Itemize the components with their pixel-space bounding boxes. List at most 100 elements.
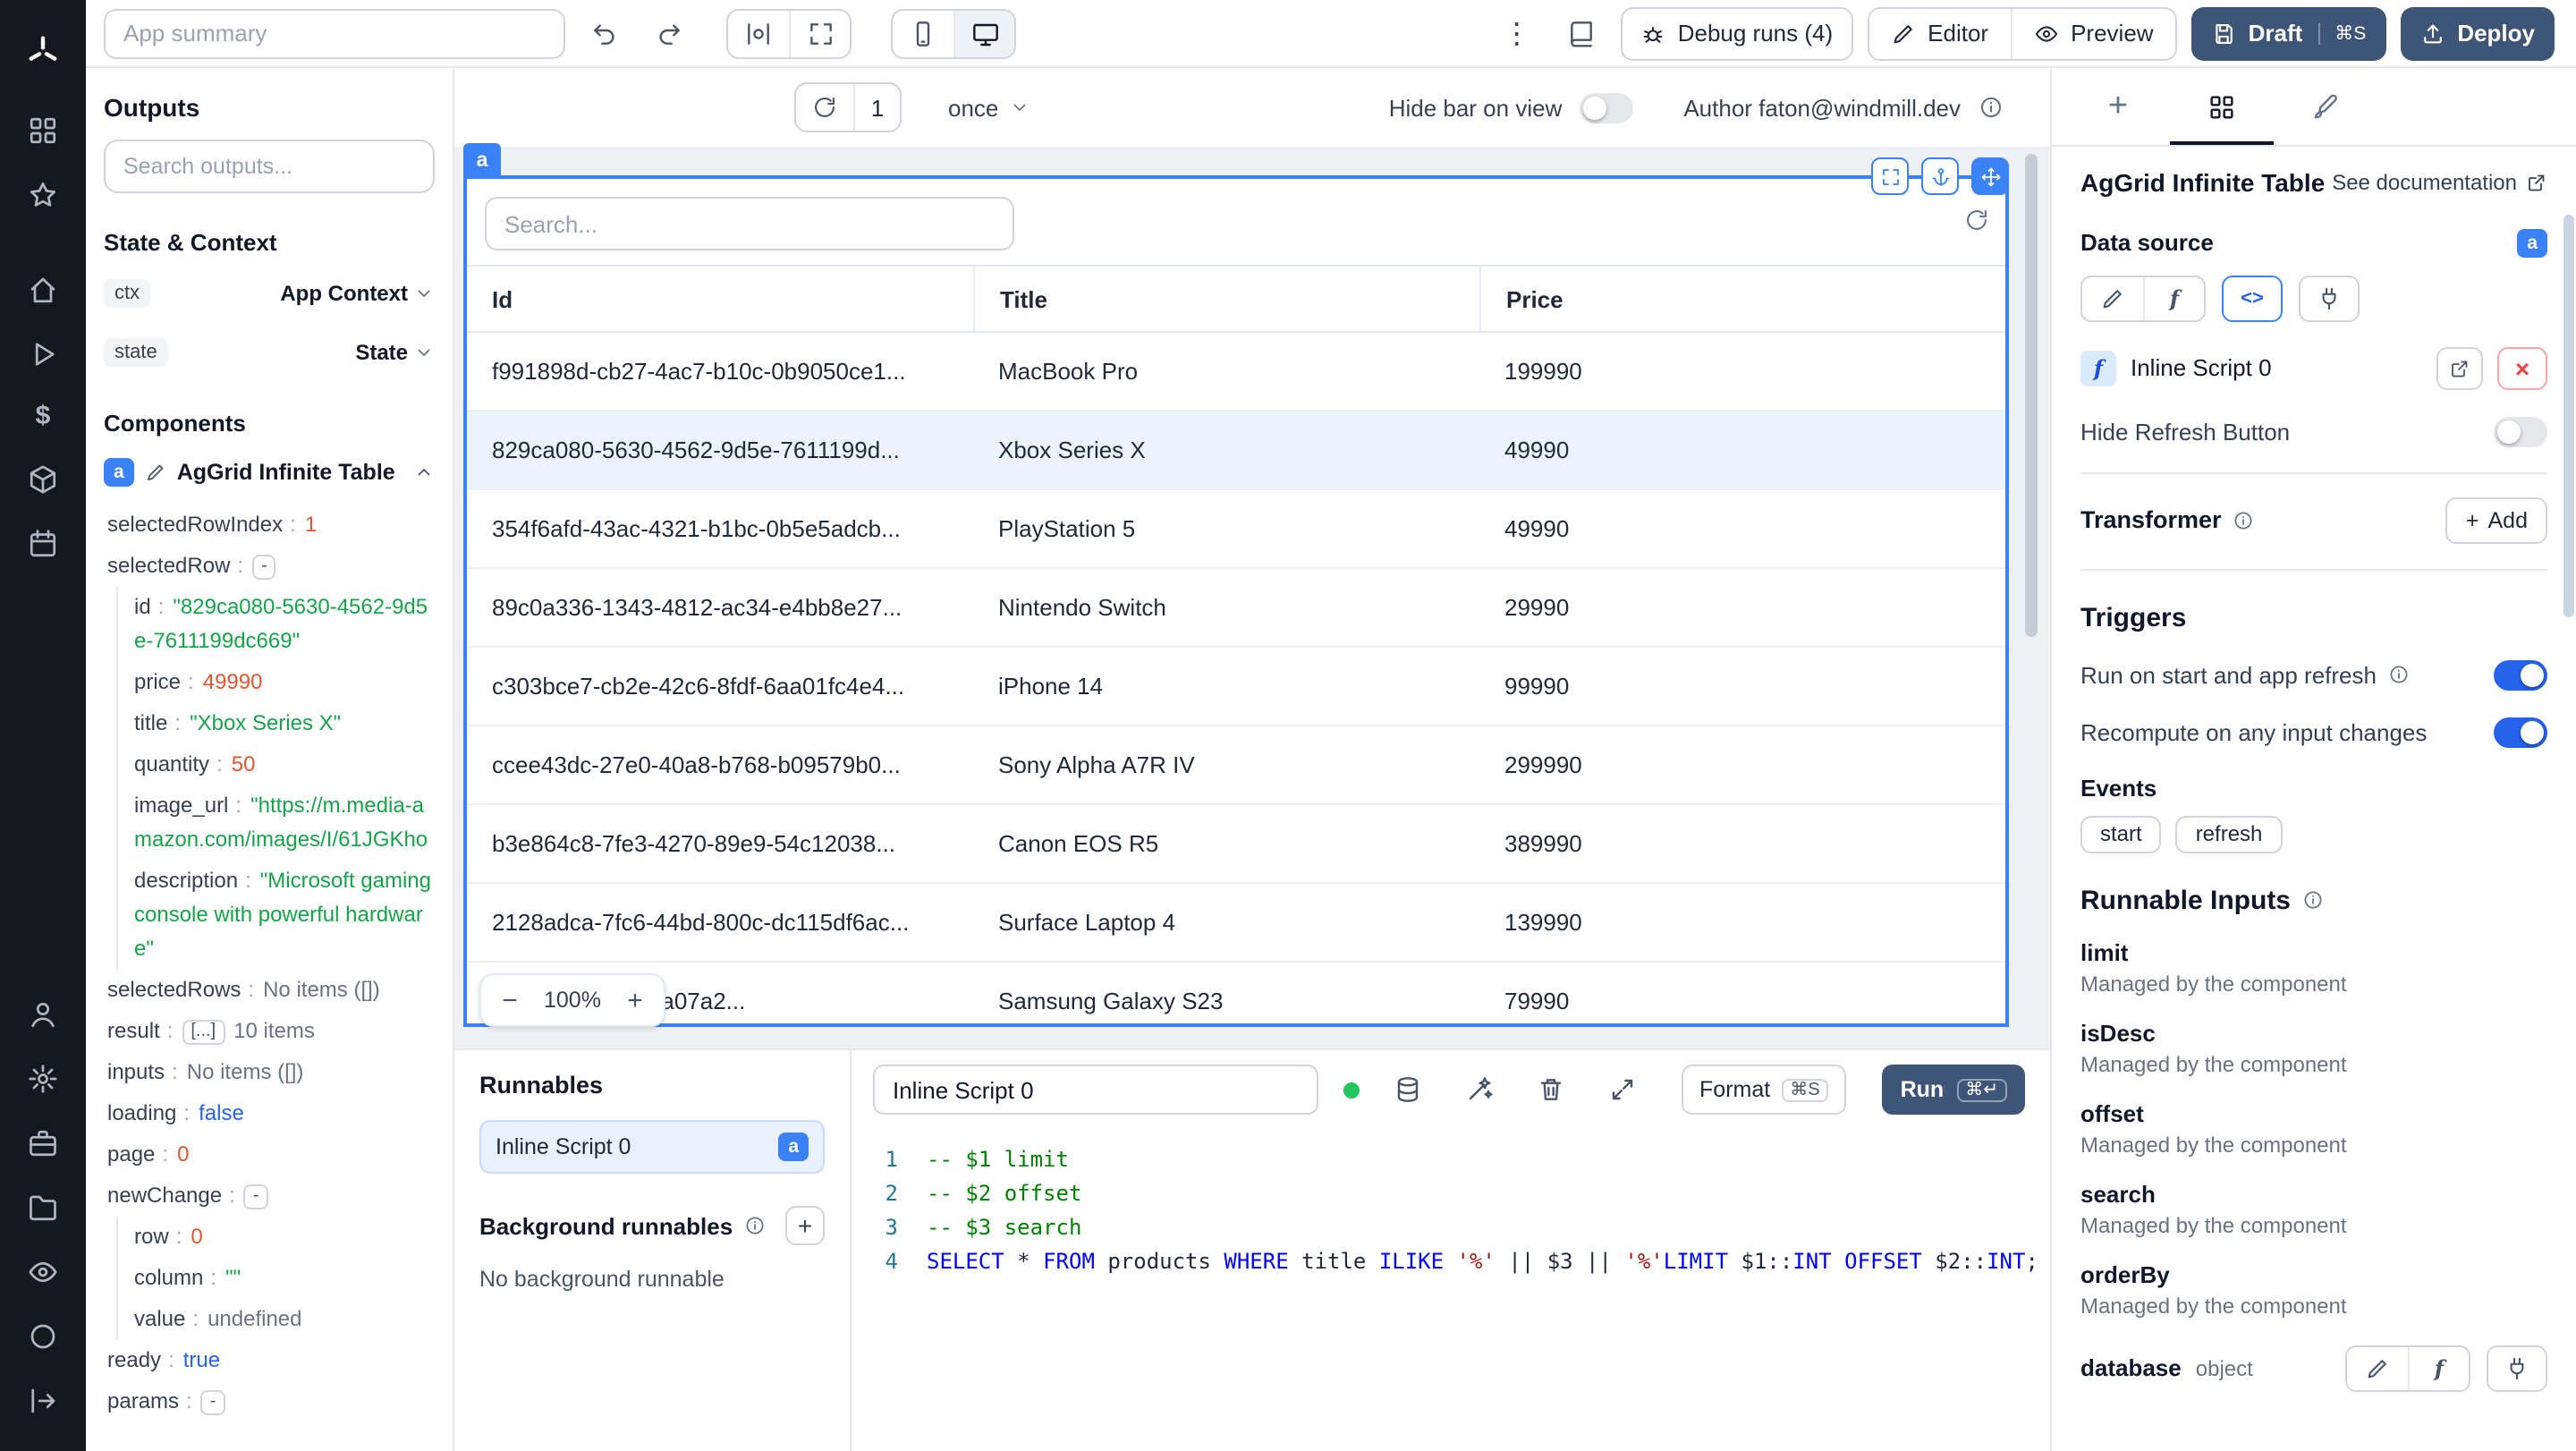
home-icon[interactable]	[27, 274, 59, 306]
status-circle-icon[interactable]	[27, 1320, 59, 1353]
account-person-icon[interactable]	[27, 998, 59, 1031]
database-connect-button[interactable]	[2487, 1345, 2547, 1392]
windmill-logo[interactable]	[25, 34, 61, 70]
zoom-out-button[interactable]: −	[485, 975, 535, 1025]
search-outputs-input[interactable]	[104, 140, 435, 193]
output-field[interactable]: params: -	[107, 1381, 435, 1422]
table-row[interactable]: 89c0a336-1343-4812-ac34-e4bb8e27... Ninte…	[467, 569, 2005, 648]
see-documentation-link[interactable]: See documentation	[2332, 170, 2547, 195]
hide-panels-button[interactable]	[728, 10, 789, 56]
table-row[interactable]: 2128adca-7fc6-44bd-800c-dc115df6ac... Sur…	[467, 884, 2005, 963]
ai-assistant-button[interactable]	[1457, 1066, 1504, 1113]
output-field[interactable]: selectedRow: -	[107, 546, 435, 587]
audit-eye-icon[interactable]	[27, 1256, 59, 1288]
app-canvas[interactable]: a Id Title Price	[454, 143, 2050, 1048]
hide-refresh-toggle[interactable]	[2494, 416, 2547, 447]
event-chip-start[interactable]: start	[2080, 815, 2162, 853]
static-value-button[interactable]	[2082, 276, 2143, 319]
output-field[interactable]: selectedRowIndex:1	[107, 505, 435, 546]
undo-button[interactable]	[580, 8, 630, 58]
format-button[interactable]: Format ⌘S	[1682, 1065, 1847, 1115]
aggrid-table-component[interactable]: a Id Title Price	[463, 143, 2009, 1041]
refresh-table-icon[interactable]	[1964, 208, 1989, 233]
event-chip-refresh[interactable]: refresh	[2175, 815, 2283, 853]
background-info-icon[interactable]	[743, 1215, 765, 1236]
table-row-selected[interactable]: 829ca080-5630-4562-9d5e-7611199d... Xbox …	[467, 412, 2005, 490]
output-field[interactable]: inputs: No items ([])	[107, 1052, 435, 1093]
add-background-runnable-button[interactable]: +	[785, 1206, 825, 1245]
apps-grid-icon[interactable]	[27, 115, 59, 147]
desktop-view-button[interactable]	[953, 10, 1014, 56]
refresh-interval-dropdown[interactable]: once	[948, 94, 1030, 121]
column-header-price[interactable]: Price	[1479, 267, 2005, 331]
table-row[interactable]: 4c83-8022-5e70a07a2...Samsung Galaxy S23…	[467, 963, 2005, 1041]
collapse-sidebar-icon[interactable]	[27, 1385, 59, 1417]
column-header-id[interactable]: Id	[467, 267, 973, 331]
output-field[interactable]: image_url: "https://m.media-amazon.com/im…	[134, 785, 435, 861]
output-field[interactable]: title: "Xbox Series X"	[134, 703, 435, 744]
output-field[interactable]: page:0	[107, 1134, 435, 1175]
remove-script-button[interactable]: ×	[2497, 346, 2547, 390]
transformer-info-icon[interactable]	[2233, 509, 2254, 530]
fullscreen-button[interactable]	[789, 10, 850, 56]
connect-source-button[interactable]	[2299, 275, 2360, 322]
deploy-button[interactable]: Deploy	[2400, 6, 2555, 60]
docs-book-button[interactable]	[1556, 8, 1606, 58]
expand-editor-button[interactable]	[1599, 1066, 1646, 1113]
output-field[interactable]: loading: false	[107, 1093, 435, 1134]
output-field[interactable]: value: undefined	[134, 1299, 435, 1340]
component-header-row[interactable]: a AgGrid Infinite Table	[104, 451, 435, 494]
column-header-title[interactable]: Title	[973, 267, 1479, 331]
script-name-input[interactable]	[873, 1065, 1319, 1115]
output-field[interactable]: quantity:50	[134, 744, 435, 785]
favorites-star-icon[interactable]	[27, 179, 59, 211]
table-search-input[interactable]	[485, 197, 1014, 250]
run-button[interactable]: Run ⌘↵	[1882, 1065, 2025, 1115]
database-expression-button[interactable]: f	[2408, 1346, 2469, 1390]
settings-gear-icon[interactable]	[27, 1063, 59, 1095]
expand-component-button[interactable]	[1871, 157, 1909, 195]
output-field[interactable]: newChange: -	[107, 1175, 435, 1217]
hide-bar-toggle[interactable]	[1580, 92, 1634, 123]
mobile-view-button[interactable]	[893, 10, 953, 56]
resources-cube-icon[interactable]	[27, 463, 59, 496]
canvas-scrollbar[interactable]	[2025, 154, 2038, 1041]
move-component-button[interactable]	[1971, 157, 2009, 195]
variables-dollar-icon[interactable]: $	[36, 402, 51, 431]
styling-brush-tab[interactable]	[2274, 68, 2377, 145]
table-row[interactable]: c303bce7-cb2e-42c6-8fdf-6aa01fc4e4... iPh…	[467, 648, 2005, 726]
editor-tab[interactable]: Editor	[1868, 8, 2011, 58]
code-editor[interactable]: 1 2 3 4 -- $1 limit -- $2 offset -- $3 s…	[852, 1129, 2050, 1451]
ctx-row[interactable]: ctx App Context	[104, 272, 435, 315]
refresh-app-button[interactable]	[796, 84, 853, 131]
insert-component-tab[interactable]: +	[2066, 68, 2170, 145]
output-field[interactable]: id: "829ca080-5630-4562-9d5e-7611199dc669…	[134, 587, 435, 662]
run-on-start-toggle[interactable]	[2494, 659, 2547, 691]
add-transformer-button[interactable]: + Add	[2445, 496, 2547, 544]
open-script-button[interactable]	[2436, 346, 2483, 390]
app-summary-input[interactable]	[104, 8, 565, 58]
preview-tab[interactable]: Preview	[2010, 8, 2175, 58]
runnable-inline-script-0[interactable]: Inline Script 0 a	[479, 1120, 825, 1174]
zoom-in-button[interactable]: +	[610, 975, 660, 1025]
draft-button[interactable]: Draft ⌘S	[2190, 6, 2386, 60]
anchor-component-button[interactable]	[1921, 157, 1959, 195]
output-field[interactable]: selectedRows: No items ([])	[107, 970, 435, 1011]
author-info-icon[interactable]	[1979, 95, 2004, 120]
expression-button[interactable]: f	[2143, 276, 2204, 320]
schedules-calendar-icon[interactable]	[27, 528, 59, 560]
debug-runs-button[interactable]: Debug runs (4)	[1620, 6, 1853, 60]
output-field[interactable]: column: ""	[134, 1258, 435, 1299]
state-row[interactable]: state State	[104, 331, 435, 374]
database-resource-button[interactable]	[1385, 1066, 1432, 1113]
workspace-briefcase-icon[interactable]	[27, 1127, 59, 1159]
runs-play-icon[interactable]	[27, 338, 59, 370]
redo-button[interactable]	[644, 8, 694, 58]
more-menu-button[interactable]: ⋮	[1492, 8, 1542, 58]
output-field[interactable]: row:0	[134, 1217, 435, 1258]
output-field[interactable]: price:49990	[134, 662, 435, 703]
delete-script-button[interactable]	[1528, 1066, 1574, 1113]
table-row[interactable]: f991898d-cb27-4ac7-b10c-0b9050ce1... MacB…	[467, 333, 2005, 412]
recompute-toggle[interactable]	[2494, 717, 2547, 748]
folders-icon[interactable]	[27, 1192, 59, 1224]
